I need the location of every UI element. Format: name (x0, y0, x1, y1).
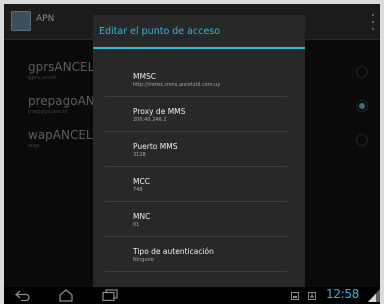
dialog-header: Editar el punto de acceso (93, 15, 305, 49)
pref-title: Proxy de MMS (133, 107, 186, 116)
pref-value: 748 (133, 187, 143, 193)
pref-title: MCC (133, 177, 150, 186)
pref-auth-type[interactable]: Tipo de autenticación Ninguno (105, 238, 287, 272)
action-bar-title: APN (36, 14, 55, 24)
apn-radio-button[interactable] (356, 100, 368, 112)
pref-title: Puerto MMS (133, 142, 178, 151)
download-icon[interactable] (308, 292, 316, 300)
pref-mnc[interactable]: MNC 01 (105, 203, 287, 237)
overflow-menu-icon[interactable] (370, 14, 376, 30)
recent-apps-icon[interactable] (102, 289, 118, 301)
pref-title: MMSC (133, 72, 156, 81)
pref-mcc[interactable]: MCC 748 (105, 168, 287, 202)
home-icon[interactable] (58, 289, 74, 302)
device-screen: APN gprsANCEL gprs.ancel prepagoANCEL pr… (4, 4, 380, 304)
apn-radio-button[interactable] (356, 66, 368, 78)
pref-mmsc[interactable]: MMSC http://mmsc.mms.ancelutil.com.uy (105, 63, 287, 97)
notification-icon[interactable] (291, 292, 299, 300)
pref-value: http://mmsc.mms.ancelutil.com.uy (133, 82, 221, 88)
dialog-title: Editar el punto de acceso (99, 26, 221, 37)
pref-value: 200.40.246.2 (133, 117, 167, 123)
signal-icon[interactable] (368, 289, 380, 302)
settings-app-icon[interactable] (11, 11, 31, 31)
apn-radio-button[interactable] (356, 134, 368, 146)
pref-title: Tipo de autenticación (133, 247, 214, 256)
pref-mms-proxy[interactable]: Proxy de MMS 200.40.246.2 (105, 98, 287, 132)
pref-value: 3128 (133, 152, 146, 158)
pref-value: Ninguno (133, 257, 154, 263)
pref-title: MNC (133, 212, 151, 221)
pref-value: 01 (133, 222, 140, 228)
system-bar: 12:58 (4, 287, 380, 304)
edit-apn-dialog: Editar el punto de acceso MMSC http://mm… (93, 15, 305, 287)
clock[interactable]: 12:58 (326, 287, 359, 301)
back-icon[interactable] (15, 289, 31, 301)
pref-mms-port[interactable]: Puerto MMS 3128 (105, 133, 287, 167)
